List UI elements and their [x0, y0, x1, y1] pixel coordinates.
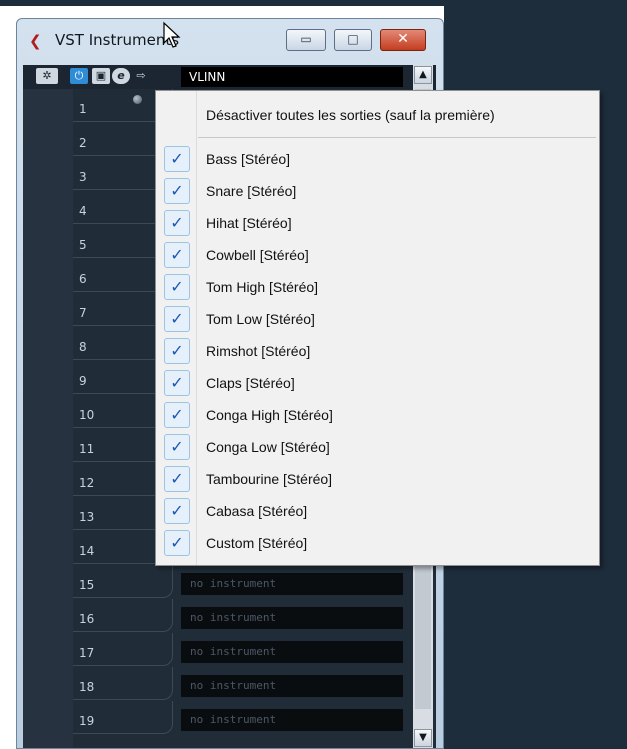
checkmark-icon: ✓: [164, 402, 190, 428]
close-button[interactable]: ✕: [380, 29, 426, 51]
slot-number: 16: [73, 599, 173, 632]
activity-led-icon: [133, 95, 142, 104]
checkmark-icon: ✓: [164, 178, 190, 204]
edit-instrument-icon[interactable]: e: [112, 68, 130, 84]
window-title: VST Instruments: [55, 31, 180, 49]
checkmark-icon: ✓: [164, 146, 190, 172]
close-icon: ✕: [397, 31, 409, 47]
checkmark-icon: ✓: [164, 530, 190, 556]
output-label: Snare [Stéréo]: [206, 183, 297, 199]
minimize-button[interactable]: ▭: [286, 29, 326, 51]
output-label: Claps [Stéréo]: [206, 375, 295, 391]
output-label: Cowbell [Stéréo]: [206, 247, 309, 263]
output-label: Custom [Stéréo]: [206, 535, 308, 551]
checkmark-icon: ✓: [164, 210, 190, 236]
slot-row[interactable]: 16 no instrument: [73, 599, 413, 633]
output-menu-item[interactable]: ✓ Cowbell [Stéréo]: [156, 239, 599, 271]
checkmark-icon: ✓: [164, 338, 190, 364]
power-icon[interactable]: ⏻: [70, 68, 88, 84]
cubase-logo-icon: ❮: [29, 32, 42, 50]
output-label: Conga High [Stéréo]: [206, 407, 333, 423]
output-label: Tambourine [Stéréo]: [206, 471, 333, 487]
instrument-slot-field[interactable]: no instrument: [181, 573, 403, 595]
output-menu-item[interactable]: ✓ Claps [Stéréo]: [156, 367, 599, 399]
outputs-icon[interactable]: ⇨: [132, 68, 150, 84]
output-label: Hihat [Stéréo]: [206, 215, 292, 231]
minimize-icon: ▭: [300, 32, 312, 46]
slot-number: 18: [73, 667, 173, 700]
deactivate-outputs-item[interactable]: Désactiver toutes les sorties (sauf la p…: [206, 100, 495, 130]
instrument-slot-field[interactable]: no instrument: [181, 675, 403, 697]
instrument-slot-field[interactable]: no instrument: [181, 641, 403, 663]
outputs-context-menu: Désactiver toutes les sorties (sauf la p…: [155, 90, 600, 566]
output-menu-item[interactable]: ✓ Tom Low [Stéréo]: [156, 303, 599, 335]
output-menu-item[interactable]: ✓ Tambourine [Stéréo]: [156, 463, 599, 495]
output-menu-item[interactable]: ✓ Bass [Stéréo]: [156, 143, 599, 175]
checkmark-icon: ✓: [164, 498, 190, 524]
slot-row[interactable]: 18 no instrument: [73, 667, 413, 701]
checkmark-icon: ✓: [164, 370, 190, 396]
maximize-icon: □: [347, 32, 359, 46]
title-bar[interactable]: ❮ VST Instruments ▭ □ ✕: [17, 19, 443, 61]
slot-row[interactable]: 19 no instrument: [73, 701, 413, 735]
slot-row[interactable]: 17 no instrument: [73, 633, 413, 667]
output-label: Tom High [Stéréo]: [206, 279, 319, 295]
maximize-button[interactable]: □: [334, 29, 372, 51]
instrument-selector[interactable]: VLINN: [181, 67, 403, 87]
slot-number: 19: [73, 701, 173, 734]
instrument-slot-field[interactable]: no instrument: [181, 607, 403, 629]
slot-number: 15: [73, 565, 173, 598]
checkmark-icon: ✓: [164, 434, 190, 460]
output-menu-item[interactable]: ✓ Tom High [Stéréo]: [156, 271, 599, 303]
output-label: Tom Low [Stéréo]: [206, 311, 315, 327]
desktop-background-top: [0, 0, 444, 6]
output-menu-item[interactable]: ✓ Cabasa [Stéréo]: [156, 495, 599, 527]
output-label: Bass [Stéréo]: [206, 151, 291, 167]
output-menu-item[interactable]: ✓ Custom [Stéréo]: [156, 527, 599, 559]
output-menu-item[interactable]: ✓ Hihat [Stéréo]: [156, 207, 599, 239]
checkmark-icon: ✓: [164, 306, 190, 332]
output-label: Cabasa [Stéréo]: [206, 503, 308, 519]
output-label: Conga Low [Stéréo]: [206, 439, 330, 455]
scroll-down-icon[interactable]: ▼: [414, 729, 432, 747]
output-menu-item[interactable]: ✓ Snare [Stéréo]: [156, 175, 599, 207]
checkmark-icon: ✓: [164, 242, 190, 268]
checkmark-icon: ✓: [164, 466, 190, 492]
checkmark-icon: ✓: [164, 274, 190, 300]
menu-separator: [198, 137, 596, 138]
rack-toolbar: ✲ ⏻ ▣ e ⇨ VLINN: [23, 65, 436, 89]
slot-row[interactable]: 15 no instrument: [73, 565, 413, 599]
scroll-up-icon[interactable]: ▲: [414, 66, 432, 84]
open-panel-icon[interactable]: ▣: [92, 68, 110, 84]
slot-number: 17: [73, 633, 173, 666]
output-menu-item[interactable]: ✓ Conga High [Stéréo]: [156, 399, 599, 431]
output-menu-item[interactable]: ✓ Conga Low [Stéréo]: [156, 431, 599, 463]
slot-strip: [23, 89, 73, 748]
rack-settings-icon[interactable]: ✲: [36, 68, 58, 84]
output-menu-item[interactable]: ✓ Rimshot [Stéréo]: [156, 335, 599, 367]
mouse-cursor-icon: [163, 21, 181, 48]
instrument-slot-field[interactable]: no instrument: [181, 709, 403, 731]
output-label: Rimshot [Stéréo]: [206, 343, 311, 359]
